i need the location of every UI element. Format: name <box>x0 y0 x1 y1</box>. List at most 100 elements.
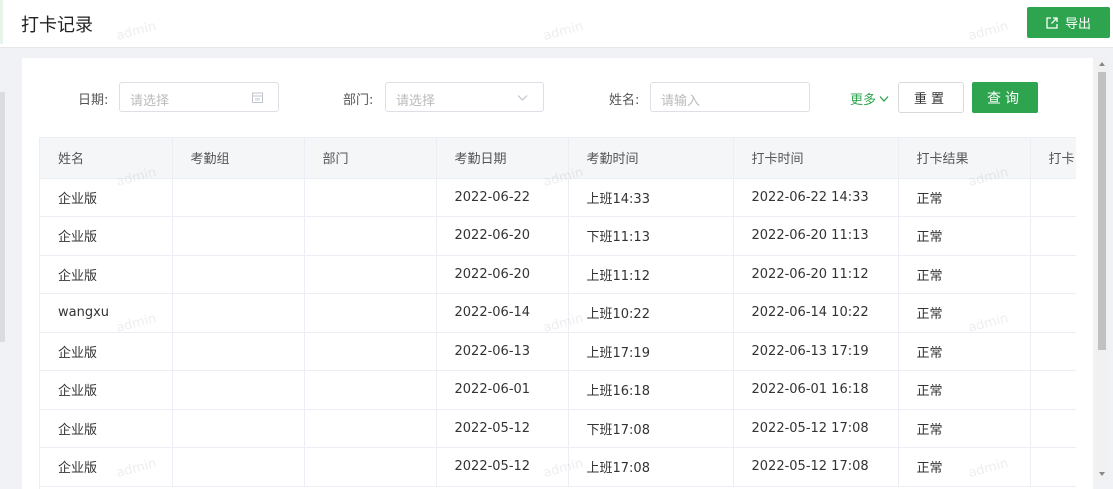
cell-time: 下班17:08 <box>568 409 734 448</box>
cell-group <box>172 409 305 448</box>
cell-dept <box>304 216 437 256</box>
cell-result: 正常 <box>898 447 1031 487</box>
cell-dept <box>304 370 437 410</box>
cell-punch: 2022-05-12 17:08 <box>733 447 899 487</box>
name-input[interactable]: 请输入 <box>650 82 810 112</box>
more-filters-toggle[interactable]: 更多 <box>850 89 889 108</box>
cell-extra <box>1030 409 1076 448</box>
cell-time: 上班10:22 <box>568 293 734 333</box>
cell-punch: 2022-06-01 16:18 <box>733 370 899 410</box>
cell-dept <box>304 255 437 294</box>
dept-placeholder: 请选择 <box>396 94 436 109</box>
column-header-name[interactable]: 姓名 <box>40 138 173 179</box>
cell-group <box>172 293 305 333</box>
records-table: 姓名 考勤组 部门 考勤日期 考勤时间 打卡时间 打卡结果 打卡 企业版 2022… <box>39 137 1076 489</box>
cell-dept <box>304 293 437 333</box>
date-label: 日期: <box>78 93 109 108</box>
table-row[interactable]: 企业版 2022-05-12 下班17:08 2022-05-12 17:08 正常 <box>40 409 1076 448</box>
cell-result: 正常 <box>898 255 1031 294</box>
chevron-down-icon <box>517 95 528 101</box>
cell-name: 企业版 <box>40 332 173 371</box>
cell-group <box>172 255 305 294</box>
scroll-down-arrow-icon[interactable] <box>1099 472 1105 476</box>
calendar-icon <box>252 92 263 103</box>
name-placeholder: 请输入 <box>661 94 701 109</box>
cell-time: 上班11:12 <box>568 255 734 294</box>
cell-extra <box>1030 216 1076 256</box>
table-header-row: 姓名 考勤组 部门 考勤日期 考勤时间 打卡时间 打卡结果 打卡 <box>40 138 1076 179</box>
cell-date: 2022-06-22 <box>436 178 569 217</box>
filter-bar: 日期: 请选择 部门: 请选择 姓名: 请输入 更多 重置 查询 <box>22 58 1093 138</box>
table-row[interactable]: 企业版 2022-06-13 上班17:19 2022-06-13 17:19 正常 <box>40 332 1076 371</box>
cell-extra <box>1030 293 1076 333</box>
cell-extra <box>1030 370 1076 410</box>
vertical-scrollbar[interactable] <box>1096 58 1108 482</box>
date-picker[interactable]: 请选择 <box>119 82 279 112</box>
cell-time: 下班11:13 <box>568 216 734 256</box>
cell-time: 上班16:18 <box>568 370 734 410</box>
main-panel: 日期: 请选择 部门: 请选择 姓名: 请输入 更多 重置 查询 姓名 考勤组 … <box>22 58 1093 489</box>
dept-label: 部门: <box>343 93 374 108</box>
column-header-date[interactable]: 考勤日期 <box>436 138 569 179</box>
export-button[interactable]: 导出 <box>1027 7 1110 38</box>
table-row[interactable]: wangxu 2022-06-14 上班10:22 2022-06-14 10:22 正… <box>40 293 1076 333</box>
cell-group <box>172 332 305 371</box>
page-title: 打卡记录 <box>21 15 93 36</box>
left-edge-bar <box>0 92 5 342</box>
cell-time: 上班14:33 <box>568 178 734 217</box>
cell-date: 2022-06-01 <box>436 370 569 410</box>
cell-name: wangxu <box>40 293 173 333</box>
column-header-punch[interactable]: 打卡时间 <box>733 138 899 179</box>
cell-name: 企业版 <box>40 255 173 294</box>
cell-result: 正常 <box>898 409 1031 448</box>
cell-punch: 2022-06-22 14:33 <box>733 178 899 217</box>
page-header: 打卡记录 导出 <box>0 0 1113 48</box>
dept-select[interactable]: 请选择 <box>385 82 544 112</box>
header-accent <box>0 0 3 44</box>
column-header-group[interactable]: 考勤组 <box>172 138 305 179</box>
table-row[interactable]: 企业版 2022-06-01 上班16:18 2022-06-01 16:18 正常 <box>40 370 1076 410</box>
cell-result: 正常 <box>898 293 1031 333</box>
column-header-time[interactable]: 考勤时间 <box>568 138 734 179</box>
cell-group <box>172 447 305 487</box>
column-header-result[interactable]: 打卡结果 <box>898 138 1031 179</box>
cell-group <box>172 178 305 217</box>
cell-result: 正常 <box>898 370 1031 410</box>
cell-extra <box>1030 332 1076 371</box>
cell-dept <box>304 447 437 487</box>
cell-punch: 2022-06-14 10:22 <box>733 293 899 333</box>
table-row[interactable]: 企业版 2022-06-22 上班14:33 2022-06-22 14:33 正常 <box>40 178 1076 217</box>
cell-name: 企业版 <box>40 216 173 256</box>
column-header-dept[interactable]: 部门 <box>304 138 437 179</box>
date-placeholder: 请选择 <box>130 94 170 109</box>
cell-punch: 2022-06-20 11:13 <box>733 216 899 256</box>
cell-punch: 2022-06-13 17:19 <box>733 332 899 371</box>
cell-punch: 2022-05-12 17:08 <box>733 409 899 448</box>
cell-extra <box>1030 447 1076 487</box>
query-button[interactable]: 查询 <box>972 82 1038 113</box>
cell-date: 2022-05-12 <box>436 409 569 448</box>
reset-button[interactable]: 重置 <box>898 82 964 113</box>
cell-name: 企业版 <box>40 409 173 448</box>
table-row[interactable]: 企业版 2022-05-12 上班17:08 2022-05-12 17:08 正常 <box>40 447 1076 487</box>
scrollbar-thumb[interactable] <box>1098 72 1106 350</box>
cell-result: 正常 <box>898 332 1031 371</box>
chevron-down-icon <box>879 95 889 102</box>
cell-dept <box>304 178 437 217</box>
cell-result: 正常 <box>898 178 1031 217</box>
cell-extra <box>1030 255 1076 294</box>
cell-name: 企业版 <box>40 447 173 487</box>
cell-dept <box>304 409 437 448</box>
scroll-up-arrow-icon[interactable] <box>1099 62 1105 66</box>
column-header-extra[interactable]: 打卡 <box>1030 138 1076 179</box>
cell-date: 2022-06-20 <box>436 216 569 256</box>
name-label: 姓名: <box>609 93 640 108</box>
table-row[interactable]: 企业版 2022-06-20 上班11:12 2022-06-20 11:12 正常 <box>40 255 1076 294</box>
cell-time: 上班17:19 <box>568 332 734 371</box>
cell-dept <box>304 332 437 371</box>
cell-date: 2022-05-12 <box>436 447 569 487</box>
table-row[interactable]: 企业版 2022-06-20 下班11:13 2022-06-20 11:13 正常 <box>40 216 1076 256</box>
cell-group <box>172 370 305 410</box>
cell-name: 企业版 <box>40 178 173 217</box>
more-label: 更多 <box>850 93 877 108</box>
